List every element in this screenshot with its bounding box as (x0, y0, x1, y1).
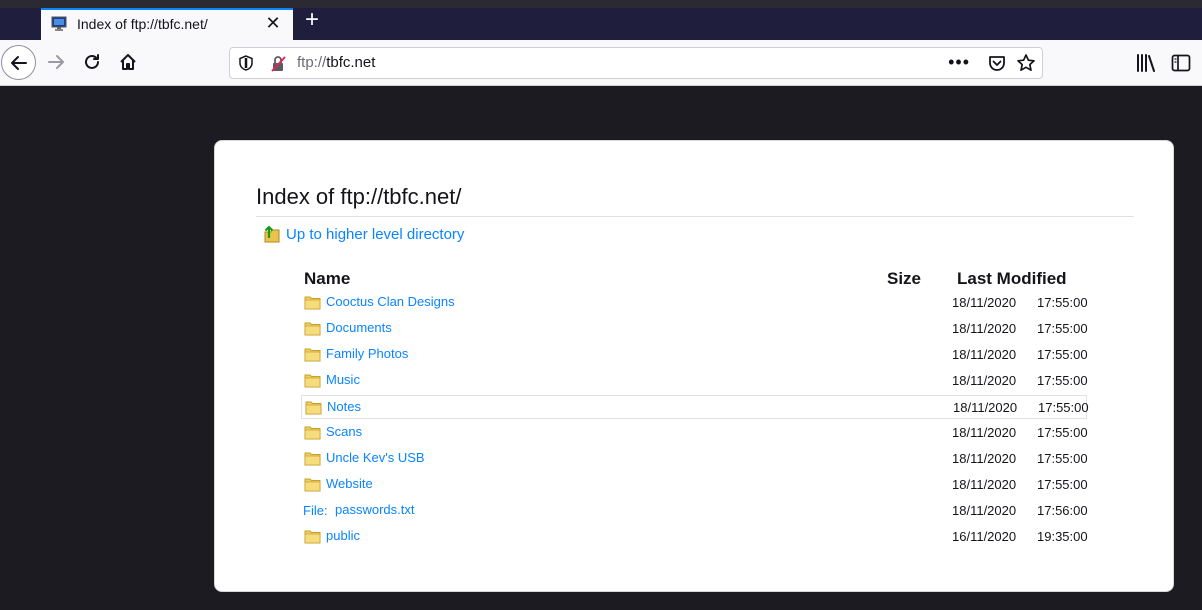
page-title: Index of ftp://tbfc.net/ (256, 184, 1134, 217)
directory-listing-card: Index of ftp://tbfc.net/ Up to higher le… (214, 140, 1174, 592)
back-arrow-icon (10, 55, 27, 70)
table-row[interactable]: public 16/11/2020 19:35:00 (301, 525, 1088, 549)
up-directory-icon (264, 225, 280, 243)
back-button[interactable] (1, 45, 36, 80)
url-scheme: ftp:// (297, 54, 327, 71)
entry-link[interactable]: Scans (326, 424, 362, 439)
entry-time: 17:55:00 (1037, 295, 1088, 310)
column-header-size[interactable]: Size (887, 269, 921, 289)
column-header-name[interactable]: Name (304, 269, 350, 289)
sidebar-icon[interactable] (1171, 54, 1191, 72)
url-text[interactable]: ftp://tbfc.net (297, 54, 375, 71)
entry-time: 17:55:00 (1037, 321, 1088, 336)
tab-bar: Index of ftp://tbfc.net/ ✕ + (0, 0, 1202, 40)
table-row[interactable]: Uncle Kev's USB 18/11/2020 17:55:00 (301, 447, 1088, 471)
entry-link[interactable]: public (326, 528, 360, 543)
entry-time: 17:55:00 (1037, 347, 1088, 362)
table-row[interactable]: File: passwords.txt 18/11/2020 17:56:00 (301, 499, 1088, 523)
table-row[interactable]: Documents 18/11/2020 17:55:00 (301, 317, 1088, 341)
home-icon (120, 54, 136, 70)
entry-date: 16/11/2020 (952, 529, 1017, 544)
reload-icon (85, 54, 99, 69)
table-row[interactable]: Scans 18/11/2020 17:55:00 (301, 421, 1088, 445)
entry-link[interactable]: Cooctus Clan Designs (326, 294, 455, 309)
entry-date: 18/11/2020 (952, 451, 1017, 466)
entry-link[interactable]: Music (326, 372, 360, 387)
folder-icon (304, 294, 321, 311)
entry-link[interactable]: Website (326, 476, 373, 491)
entry-link[interactable]: Uncle Kev's USB (326, 450, 425, 465)
entry-date: 18/11/2020 (952, 295, 1017, 310)
insecure-lock-icon[interactable] (270, 55, 288, 73)
table-row[interactable]: Cooctus Clan Designs 18/11/2020 17:55:00 (301, 291, 1088, 315)
tab-title: Index of ftp://tbfc.net/ (77, 16, 208, 32)
entry-date: 18/11/2020 (952, 347, 1017, 362)
entry-time: 17:55:00 (1037, 425, 1088, 440)
folder-icon (305, 399, 322, 416)
entry-time: 17:56:00 (1037, 503, 1088, 518)
pocket-icon[interactable] (988, 54, 1006, 72)
forward-button[interactable] (42, 48, 70, 76)
entry-link[interactable]: Family Photos (326, 346, 408, 361)
star-icon[interactable] (1016, 53, 1036, 73)
folder-icon (304, 476, 321, 493)
table-row[interactable]: Music 18/11/2020 17:55:00 (301, 369, 1088, 393)
folder-icon (304, 346, 321, 363)
close-icon[interactable]: ✕ (263, 13, 283, 33)
entry-link[interactable]: Documents (326, 320, 392, 335)
entry-date: 18/11/2020 (952, 373, 1017, 388)
shield-icon[interactable] (238, 55, 254, 71)
entry-link[interactable]: passwords.txt (335, 502, 414, 517)
folder-icon (304, 320, 321, 337)
library-icon[interactable] (1135, 53, 1157, 73)
folder-icon (304, 372, 321, 389)
entry-time: 17:55:00 (1037, 451, 1088, 466)
table-row[interactable]: Notes 18/11/2020 17:55:00 (301, 395, 1089, 419)
table-row[interactable]: Family Photos 18/11/2020 17:55:00 (301, 343, 1088, 367)
home-button[interactable] (114, 48, 142, 76)
monitor-favicon-icon (51, 16, 67, 31)
table-row[interactable]: Website 18/11/2020 17:55:00 (301, 473, 1088, 497)
entry-date: 18/11/2020 (952, 503, 1017, 518)
entry-date: 18/11/2020 (953, 400, 1018, 415)
entry-time: 17:55:00 (1037, 477, 1088, 492)
folder-icon (304, 450, 321, 467)
up-directory-link-row[interactable]: Up to higher level directory (263, 223, 464, 245)
plus-icon[interactable]: + (300, 8, 324, 33)
folder-icon (304, 424, 321, 441)
more-icon[interactable]: ••• (948, 52, 970, 73)
entry-date: 18/11/2020 (952, 321, 1017, 336)
navigation-toolbar: ftp://tbfc.net ••• (0, 40, 1202, 86)
folder-icon (304, 528, 321, 545)
reload-button[interactable] (78, 48, 106, 76)
forward-arrow-icon (48, 55, 64, 69)
entry-time: 19:35:00 (1037, 529, 1088, 544)
up-directory-link[interactable]: Up to higher level directory (286, 226, 464, 243)
entry-date: 18/11/2020 (952, 477, 1017, 492)
entry-link[interactable]: Notes (327, 399, 361, 414)
url-bar[interactable]: ftp://tbfc.net ••• (229, 47, 1043, 79)
entry-date: 18/11/2020 (952, 425, 1017, 440)
url-host: tbfc.net (326, 54, 376, 71)
entry-time: 17:55:00 (1037, 373, 1088, 388)
file-label: File: (303, 503, 328, 518)
entry-time: 17:55:00 (1038, 400, 1089, 415)
column-header-last-modified[interactable]: Last Modified (957, 269, 1067, 289)
active-tab[interactable]: Index of ftp://tbfc.net/ ✕ (41, 8, 293, 40)
